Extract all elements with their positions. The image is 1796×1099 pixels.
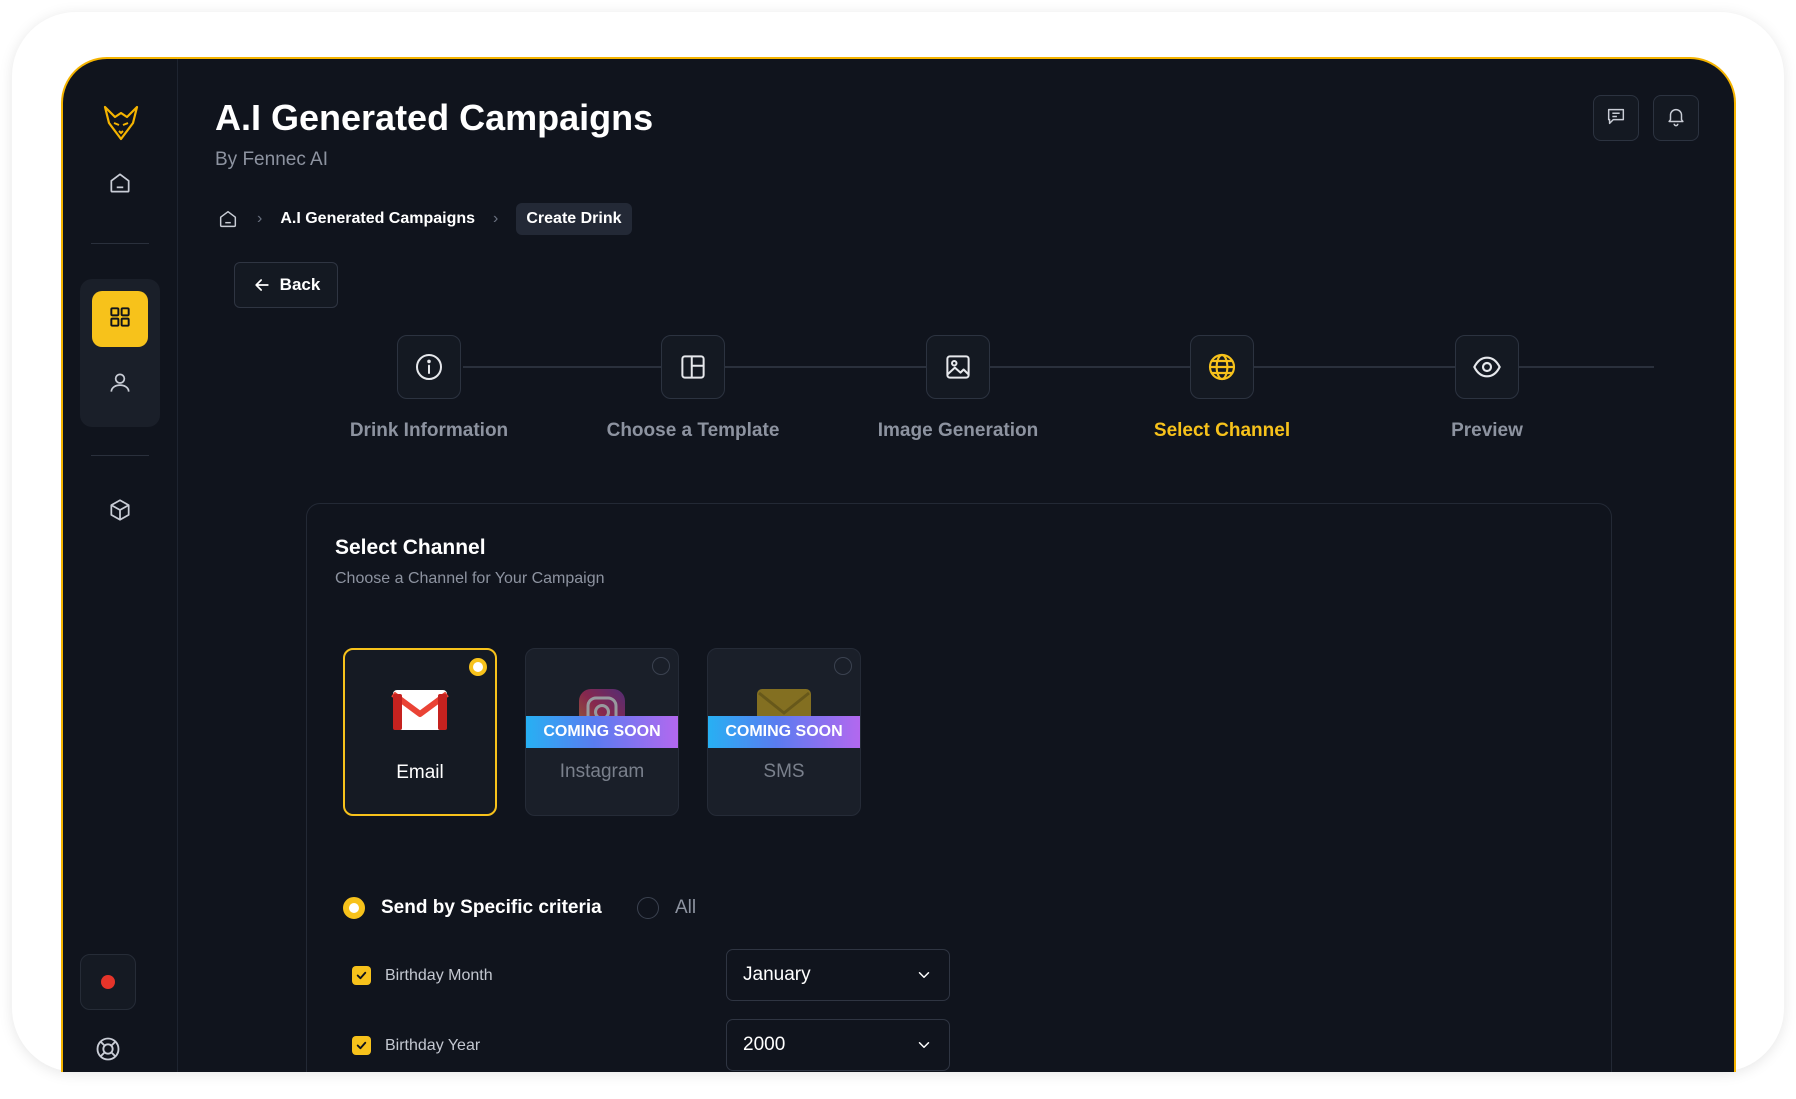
criteria-label: Birthday Year xyxy=(385,1036,481,1054)
send-option-all-label: All xyxy=(675,897,697,918)
step-label: Choose a Template xyxy=(606,420,780,441)
lifebuoy-icon xyxy=(94,1035,122,1068)
birthday-year-checkbox[interactable] xyxy=(352,1036,371,1055)
chevron-down-icon xyxy=(915,1036,933,1054)
radio-specific[interactable] xyxy=(343,897,365,919)
image-icon xyxy=(943,352,973,382)
step-image-generation[interactable] xyxy=(926,335,990,399)
step-label: Preview xyxy=(1451,420,1523,441)
arrow-left-icon xyxy=(252,275,272,295)
birthday-month-checkbox[interactable] xyxy=(352,966,371,985)
card-title: Select Channel xyxy=(335,536,486,559)
support-nav-button[interactable] xyxy=(80,1023,136,1072)
radio-all[interactable] xyxy=(637,897,659,919)
breadcrumb: › A.I Generated Campaigns › Create Drink xyxy=(217,203,632,235)
app-window: A.I Generated Campaigns By Fennec AI › A… xyxy=(61,57,1736,1072)
home-icon xyxy=(107,170,133,201)
channel-radio[interactable] xyxy=(834,657,852,675)
step-choose-template[interactable] xyxy=(661,335,725,399)
channel-email[interactable]: Email xyxy=(343,648,497,816)
criteria-birthday-month: Birthday Month xyxy=(352,966,493,985)
step-drink-information[interactable] xyxy=(397,335,461,399)
sidebar xyxy=(63,59,178,1072)
layout-icon xyxy=(678,352,708,382)
products-nav-button[interactable] xyxy=(92,484,148,540)
record-dot-icon xyxy=(101,975,115,989)
eye-icon xyxy=(1471,351,1503,383)
criteria-birthday-year: Birthday Year xyxy=(352,1036,480,1055)
step-select-channel[interactable] xyxy=(1190,335,1254,399)
select-channel-card: Select Channel Choose a Channel for Your… xyxy=(306,503,1612,1072)
coming-soon-badge: COMING SOON xyxy=(526,716,678,748)
fennec-logo-icon[interactable] xyxy=(101,103,141,143)
coming-soon-badge: COMING SOON xyxy=(708,716,860,748)
messages-button[interactable] xyxy=(1593,95,1639,141)
chevron-right-icon: › xyxy=(257,210,263,227)
criteria-label: Birthday Month xyxy=(385,966,493,984)
breadcrumb-home-icon[interactable] xyxy=(217,208,239,230)
users-nav-button[interactable] xyxy=(92,357,148,413)
cube-icon xyxy=(107,497,133,528)
back-button[interactable]: Back xyxy=(234,262,338,308)
step-label: Drink Information xyxy=(349,420,509,441)
channel-label: SMS xyxy=(763,761,805,782)
step-label: Image Generation xyxy=(877,420,1039,441)
back-label: Back xyxy=(279,275,321,294)
sidebar-divider xyxy=(91,455,149,456)
step-preview[interactable] xyxy=(1455,335,1519,399)
notifications-button[interactable] xyxy=(1653,95,1699,141)
gmail-icon xyxy=(391,688,449,737)
channel-radio[interactable] xyxy=(652,657,670,675)
bell-icon xyxy=(1665,105,1687,132)
page-title: A.I Generated Campaigns xyxy=(215,97,654,138)
sidebar-divider xyxy=(91,243,149,244)
channel-instagram[interactable]: COMING SOON Instagram xyxy=(525,648,679,816)
chevron-right-icon: › xyxy=(493,210,499,227)
page-subtitle: By Fennec AI xyxy=(215,149,329,170)
home-nav-button[interactable] xyxy=(92,157,148,213)
info-icon xyxy=(413,351,445,383)
select-value: January xyxy=(743,964,811,985)
breadcrumb-item-campaigns[interactable]: A.I Generated Campaigns xyxy=(280,210,475,228)
channel-sms[interactable]: COMING SOON SMS xyxy=(707,648,861,816)
send-option-specific-label: Send by Specific criteria xyxy=(381,897,602,918)
card-subtitle: Choose a Channel for Your Campaign xyxy=(335,570,605,587)
birthday-month-select[interactable]: January xyxy=(726,949,950,1001)
breadcrumb-item-current: Create Drink xyxy=(516,203,632,235)
channel-label: Email xyxy=(396,762,444,783)
channel-label: Instagram xyxy=(559,761,645,782)
grid-icon xyxy=(107,304,133,335)
channel-radio[interactable] xyxy=(469,658,487,676)
dashboard-nav-button[interactable] xyxy=(92,291,148,347)
chevron-down-icon xyxy=(915,966,933,984)
send-option-all[interactable]: All xyxy=(637,897,696,919)
globe-icon xyxy=(1206,351,1238,383)
birthday-year-select[interactable]: 2000 xyxy=(726,1019,950,1071)
record-button[interactable] xyxy=(80,954,136,1010)
user-icon xyxy=(107,370,133,401)
step-label: Select Channel xyxy=(1153,420,1291,441)
select-value: 2000 xyxy=(743,1034,786,1055)
send-option-specific[interactable]: Send by Specific criteria xyxy=(343,897,602,919)
chat-icon xyxy=(1605,105,1627,132)
